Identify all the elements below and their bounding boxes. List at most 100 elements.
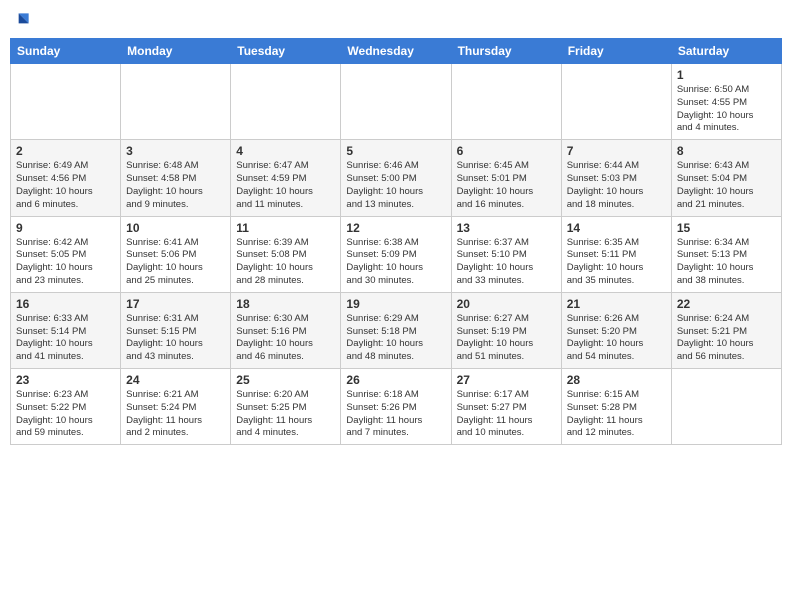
calendar-cell: 6 Sunrise: 6:45 AM Sunset: 5:01 PM Daylig… [451,140,561,216]
calendar-cell: 25Sunrise: 6:20 AM Sunset: 5:25 PM Dayli… [231,369,341,445]
calendar-week-row: 9 Sunrise: 6:42 AM Sunset: 5:05 PM Daylig… [11,216,782,292]
day-number: 20 [457,297,556,311]
day-number: 26 [346,373,445,387]
day-number: 10 [126,221,225,235]
calendar-cell: 15Sunrise: 6:34 AM Sunset: 5:13 PM Dayli… [671,216,781,292]
day-info: Sunrise: 6:35 AM Sunset: 5:11 PM Dayligh… [567,237,666,288]
calendar-header-monday: Monday [121,39,231,64]
day-info: Sunrise: 6:41 AM Sunset: 5:06 PM Dayligh… [126,237,225,288]
day-info: Sunrise: 6:48 AM Sunset: 4:58 PM Dayligh… [126,160,225,211]
day-number: 24 [126,373,225,387]
day-number: 3 [126,144,225,158]
calendar-cell [561,64,671,140]
logo-icon [12,10,32,30]
calendar-cell: 19 Sunrise: 6:29 AM Sunset: 5:18 PM Dayli… [341,292,451,368]
calendar-week-row: 2 Sunrise: 6:49 AM Sunset: 4:56 PM Daylig… [11,140,782,216]
calendar-cell: 4 Sunrise: 6:47 AM Sunset: 4:59 PM Daylig… [231,140,341,216]
day-info: Sunrise: 6:43 AM Sunset: 5:04 PM Dayligh… [677,160,776,211]
calendar-cell: 14 Sunrise: 6:35 AM Sunset: 5:11 PM Dayli… [561,216,671,292]
day-number: 14 [567,221,666,235]
day-number: 4 [236,144,335,158]
day-info: Sunrise: 6:30 AM Sunset: 5:16 PM Dayligh… [236,313,335,364]
calendar-cell: 18 Sunrise: 6:30 AM Sunset: 5:16 PM Dayli… [231,292,341,368]
calendar-week-row: 16 Sunrise: 6:33 AM Sunset: 5:14 PM Dayli… [11,292,782,368]
day-number: 17 [126,297,225,311]
calendar-cell: 22Sunrise: 6:24 AM Sunset: 5:21 PM Dayli… [671,292,781,368]
day-number: 21 [567,297,666,311]
day-number: 5 [346,144,445,158]
day-number: 18 [236,297,335,311]
day-info: Sunrise: 6:34 AM Sunset: 5:13 PM Dayligh… [677,237,776,288]
day-number: 13 [457,221,556,235]
calendar-cell: 24 Sunrise: 6:21 AM Sunset: 5:24 PM Dayli… [121,369,231,445]
calendar-header-saturday: Saturday [671,39,781,64]
calendar-cell: 8 Sunrise: 6:43 AM Sunset: 5:04 PM Daylig… [671,140,781,216]
day-info: Sunrise: 6:45 AM Sunset: 5:01 PM Dayligh… [457,160,556,211]
calendar-cell: 9 Sunrise: 6:42 AM Sunset: 5:05 PM Daylig… [11,216,121,292]
day-number: 12 [346,221,445,235]
calendar-cell: 11Sunrise: 6:39 AM Sunset: 5:08 PM Dayli… [231,216,341,292]
day-info: Sunrise: 6:31 AM Sunset: 5:15 PM Dayligh… [126,313,225,364]
calendar-header-sunday: Sunday [11,39,121,64]
day-info: Sunrise: 6:33 AM Sunset: 5:14 PM Dayligh… [16,313,115,364]
logo [10,10,32,30]
day-number: 19 [346,297,445,311]
day-number: 2 [16,144,115,158]
day-info: Sunrise: 6:44 AM Sunset: 5:03 PM Dayligh… [567,160,666,211]
calendar-cell: 7 Sunrise: 6:44 AM Sunset: 5:03 PM Daylig… [561,140,671,216]
calendar-cell: 16 Sunrise: 6:33 AM Sunset: 5:14 PM Dayli… [11,292,121,368]
day-number: 27 [457,373,556,387]
day-number: 9 [16,221,115,235]
calendar-cell: 10 Sunrise: 6:41 AM Sunset: 5:06 PM Dayli… [121,216,231,292]
calendar-cell: 26 Sunrise: 6:18 AM Sunset: 5:26 PM Dayli… [341,369,451,445]
calendar-header-friday: Friday [561,39,671,64]
day-number: 22 [677,297,776,311]
calendar-cell [671,369,781,445]
calendar-cell: 20 Sunrise: 6:27 AM Sunset: 5:19 PM Dayli… [451,292,561,368]
day-info: Sunrise: 6:15 AM Sunset: 5:28 PM Dayligh… [567,389,666,440]
calendar-cell: 23 Sunrise: 6:23 AM Sunset: 5:22 PM Dayli… [11,369,121,445]
calendar-header-tuesday: Tuesday [231,39,341,64]
day-info: Sunrise: 6:21 AM Sunset: 5:24 PM Dayligh… [126,389,225,440]
calendar-header-row: SundayMondayTuesdayWednesdayThursdayFrid… [11,39,782,64]
calendar-cell: 12 Sunrise: 6:38 AM Sunset: 5:09 PM Dayli… [341,216,451,292]
calendar-week-row: 23 Sunrise: 6:23 AM Sunset: 5:22 PM Dayli… [11,369,782,445]
calendar-cell: 21 Sunrise: 6:26 AM Sunset: 5:20 PM Dayli… [561,292,671,368]
day-info: Sunrise: 6:47 AM Sunset: 4:59 PM Dayligh… [236,160,335,211]
calendar-cell [121,64,231,140]
calendar-cell: 13Sunrise: 6:37 AM Sunset: 5:10 PM Dayli… [451,216,561,292]
day-number: 11 [236,221,335,235]
day-info: Sunrise: 6:29 AM Sunset: 5:18 PM Dayligh… [346,313,445,364]
calendar-cell [11,64,121,140]
calendar-header-wednesday: Wednesday [341,39,451,64]
calendar-cell: 2 Sunrise: 6:49 AM Sunset: 4:56 PM Daylig… [11,140,121,216]
day-info: Sunrise: 6:50 AM Sunset: 4:55 PM Dayligh… [677,84,776,135]
day-number: 23 [16,373,115,387]
day-info: Sunrise: 6:18 AM Sunset: 5:26 PM Dayligh… [346,389,445,440]
day-info: Sunrise: 6:23 AM Sunset: 5:22 PM Dayligh… [16,389,115,440]
calendar-header-thursday: Thursday [451,39,561,64]
day-number: 6 [457,144,556,158]
calendar-cell: 3 Sunrise: 6:48 AM Sunset: 4:58 PM Daylig… [121,140,231,216]
day-info: Sunrise: 6:38 AM Sunset: 5:09 PM Dayligh… [346,237,445,288]
calendar-cell [231,64,341,140]
day-number: 25 [236,373,335,387]
calendar-cell: 5 Sunrise: 6:46 AM Sunset: 5:00 PM Daylig… [341,140,451,216]
day-info: Sunrise: 6:42 AM Sunset: 5:05 PM Dayligh… [16,237,115,288]
day-number: 1 [677,68,776,82]
day-number: 8 [677,144,776,158]
day-info: Sunrise: 6:49 AM Sunset: 4:56 PM Dayligh… [16,160,115,211]
calendar-cell [341,64,451,140]
calendar-cell: 17 Sunrise: 6:31 AM Sunset: 5:15 PM Dayli… [121,292,231,368]
day-number: 28 [567,373,666,387]
day-info: Sunrise: 6:17 AM Sunset: 5:27 PM Dayligh… [457,389,556,440]
day-number: 16 [16,297,115,311]
calendar-cell: 28 Sunrise: 6:15 AM Sunset: 5:28 PM Dayli… [561,369,671,445]
day-number: 7 [567,144,666,158]
day-info: Sunrise: 6:46 AM Sunset: 5:00 PM Dayligh… [346,160,445,211]
calendar-cell: 1 Sunrise: 6:50 AM Sunset: 4:55 PM Daylig… [671,64,781,140]
calendar-cell [451,64,561,140]
page: SundayMondayTuesdayWednesdayThursdayFrid… [0,0,792,612]
day-info: Sunrise: 6:26 AM Sunset: 5:20 PM Dayligh… [567,313,666,364]
day-info: Sunrise: 6:27 AM Sunset: 5:19 PM Dayligh… [457,313,556,364]
